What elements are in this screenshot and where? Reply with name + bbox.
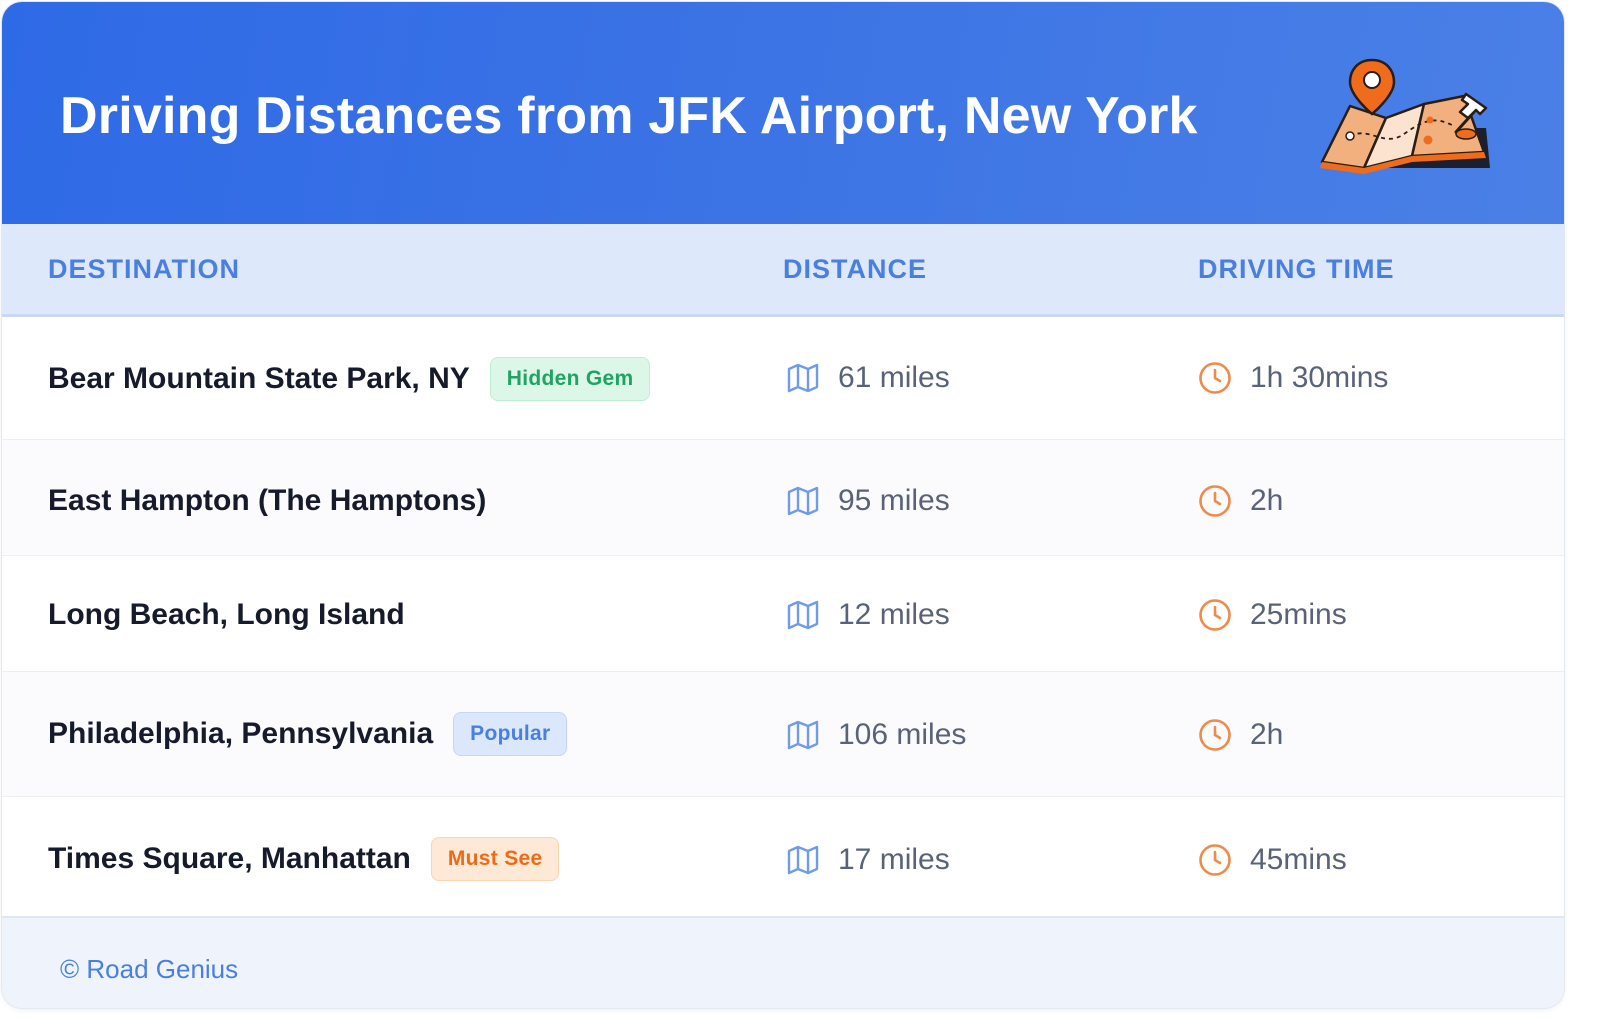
distance-cell: 12 miles <box>786 598 950 632</box>
clock-icon <box>1198 718 1232 752</box>
map-icon <box>786 718 820 752</box>
distance-value: 17 miles <box>838 843 950 876</box>
map-icon <box>786 484 820 518</box>
must-see-badge: Must See <box>430 837 560 881</box>
folded-map-with-pins-icon <box>1320 58 1490 174</box>
distance-cell: 95 miles <box>786 484 950 518</box>
driving-time-value: 45mins <box>1250 843 1347 876</box>
map-icon <box>786 598 820 632</box>
clock-icon <box>1198 361 1232 395</box>
destination-name: Times Square, Manhattan <box>48 842 411 875</box>
time-cell: 25mins <box>1198 598 1347 632</box>
driving-time-value: 1h 30mins <box>1250 361 1389 394</box>
distance-value: 95 miles <box>838 484 950 517</box>
clock-icon <box>1198 484 1232 518</box>
footer: © Road Genius <box>2 916 1564 1008</box>
time-cell: 1h 30mins <box>1198 361 1388 395</box>
table-row: Long Beach, Long Island 12 miles 25mins <box>2 556 1564 672</box>
destination-cell: Philadelphia, Pennsylvania Popular <box>48 712 568 756</box>
column-header-driving-time: DRIVING TIME <box>1198 254 1395 284</box>
table-row: Bear Mountain State Park, NY Hidden Gem … <box>2 317 1564 440</box>
table-header-row: DESTINATION DISTANCE DRIVING TIME <box>2 224 1564 317</box>
page-title: Driving Distances from JFK Airport, New … <box>60 87 1198 145</box>
driving-time-value: 25mins <box>1250 598 1347 631</box>
destination-name: East Hampton (The Hamptons) <box>48 484 487 517</box>
hidden-gem-badge: Hidden Gem <box>489 357 651 401</box>
header-banner: Driving Distances from JFK Airport, New … <box>2 2 1564 224</box>
distance-table-card: Driving Distances from JFK Airport, New … <box>2 2 1564 1008</box>
column-header-distance: DISTANCE <box>783 254 928 284</box>
time-cell: 45mins <box>1198 843 1347 877</box>
popular-badge: Popular <box>453 712 568 756</box>
table-row: Philadelphia, Pennsylvania Popular 106 m… <box>2 672 1564 797</box>
distance-cell: 17 miles <box>786 843 950 877</box>
destination-cell: Bear Mountain State Park, NY Hidden Gem <box>48 357 651 401</box>
map-icon <box>786 361 820 395</box>
time-cell: 2h <box>1198 484 1283 518</box>
table-body: Bear Mountain State Park, NY Hidden Gem … <box>2 317 1564 918</box>
destination-name: Philadelphia, Pennsylvania <box>48 717 434 750</box>
distance-value: 106 miles <box>838 718 967 751</box>
driving-time-value: 2h <box>1250 718 1284 751</box>
destination-cell: Times Square, Manhattan Must See <box>48 837 560 881</box>
time-cell: 2h <box>1198 718 1283 752</box>
table-row: Times Square, Manhattan Must See 17 mile… <box>2 797 1564 918</box>
distance-cell: 106 miles <box>786 718 966 752</box>
distance-value: 61 miles <box>838 361 950 394</box>
column-header-destination: DESTINATION <box>48 254 240 284</box>
distance-value: 12 miles <box>838 598 950 631</box>
table-row: East Hampton (The Hamptons) 95 miles 2h <box>2 440 1564 556</box>
destination-cell: East Hampton (The Hamptons) <box>48 484 486 518</box>
footer-credit: © Road Genius <box>60 954 239 984</box>
driving-time-value: 2h <box>1250 484 1284 517</box>
destination-cell: Long Beach, Long Island <box>48 598 405 632</box>
destination-name: Long Beach, Long Island <box>48 598 405 631</box>
clock-icon <box>1198 598 1232 632</box>
clock-icon <box>1198 843 1232 877</box>
distance-cell: 61 miles <box>786 361 950 395</box>
map-icon <box>786 843 820 877</box>
destination-name: Bear Mountain State Park, NY <box>48 362 470 395</box>
